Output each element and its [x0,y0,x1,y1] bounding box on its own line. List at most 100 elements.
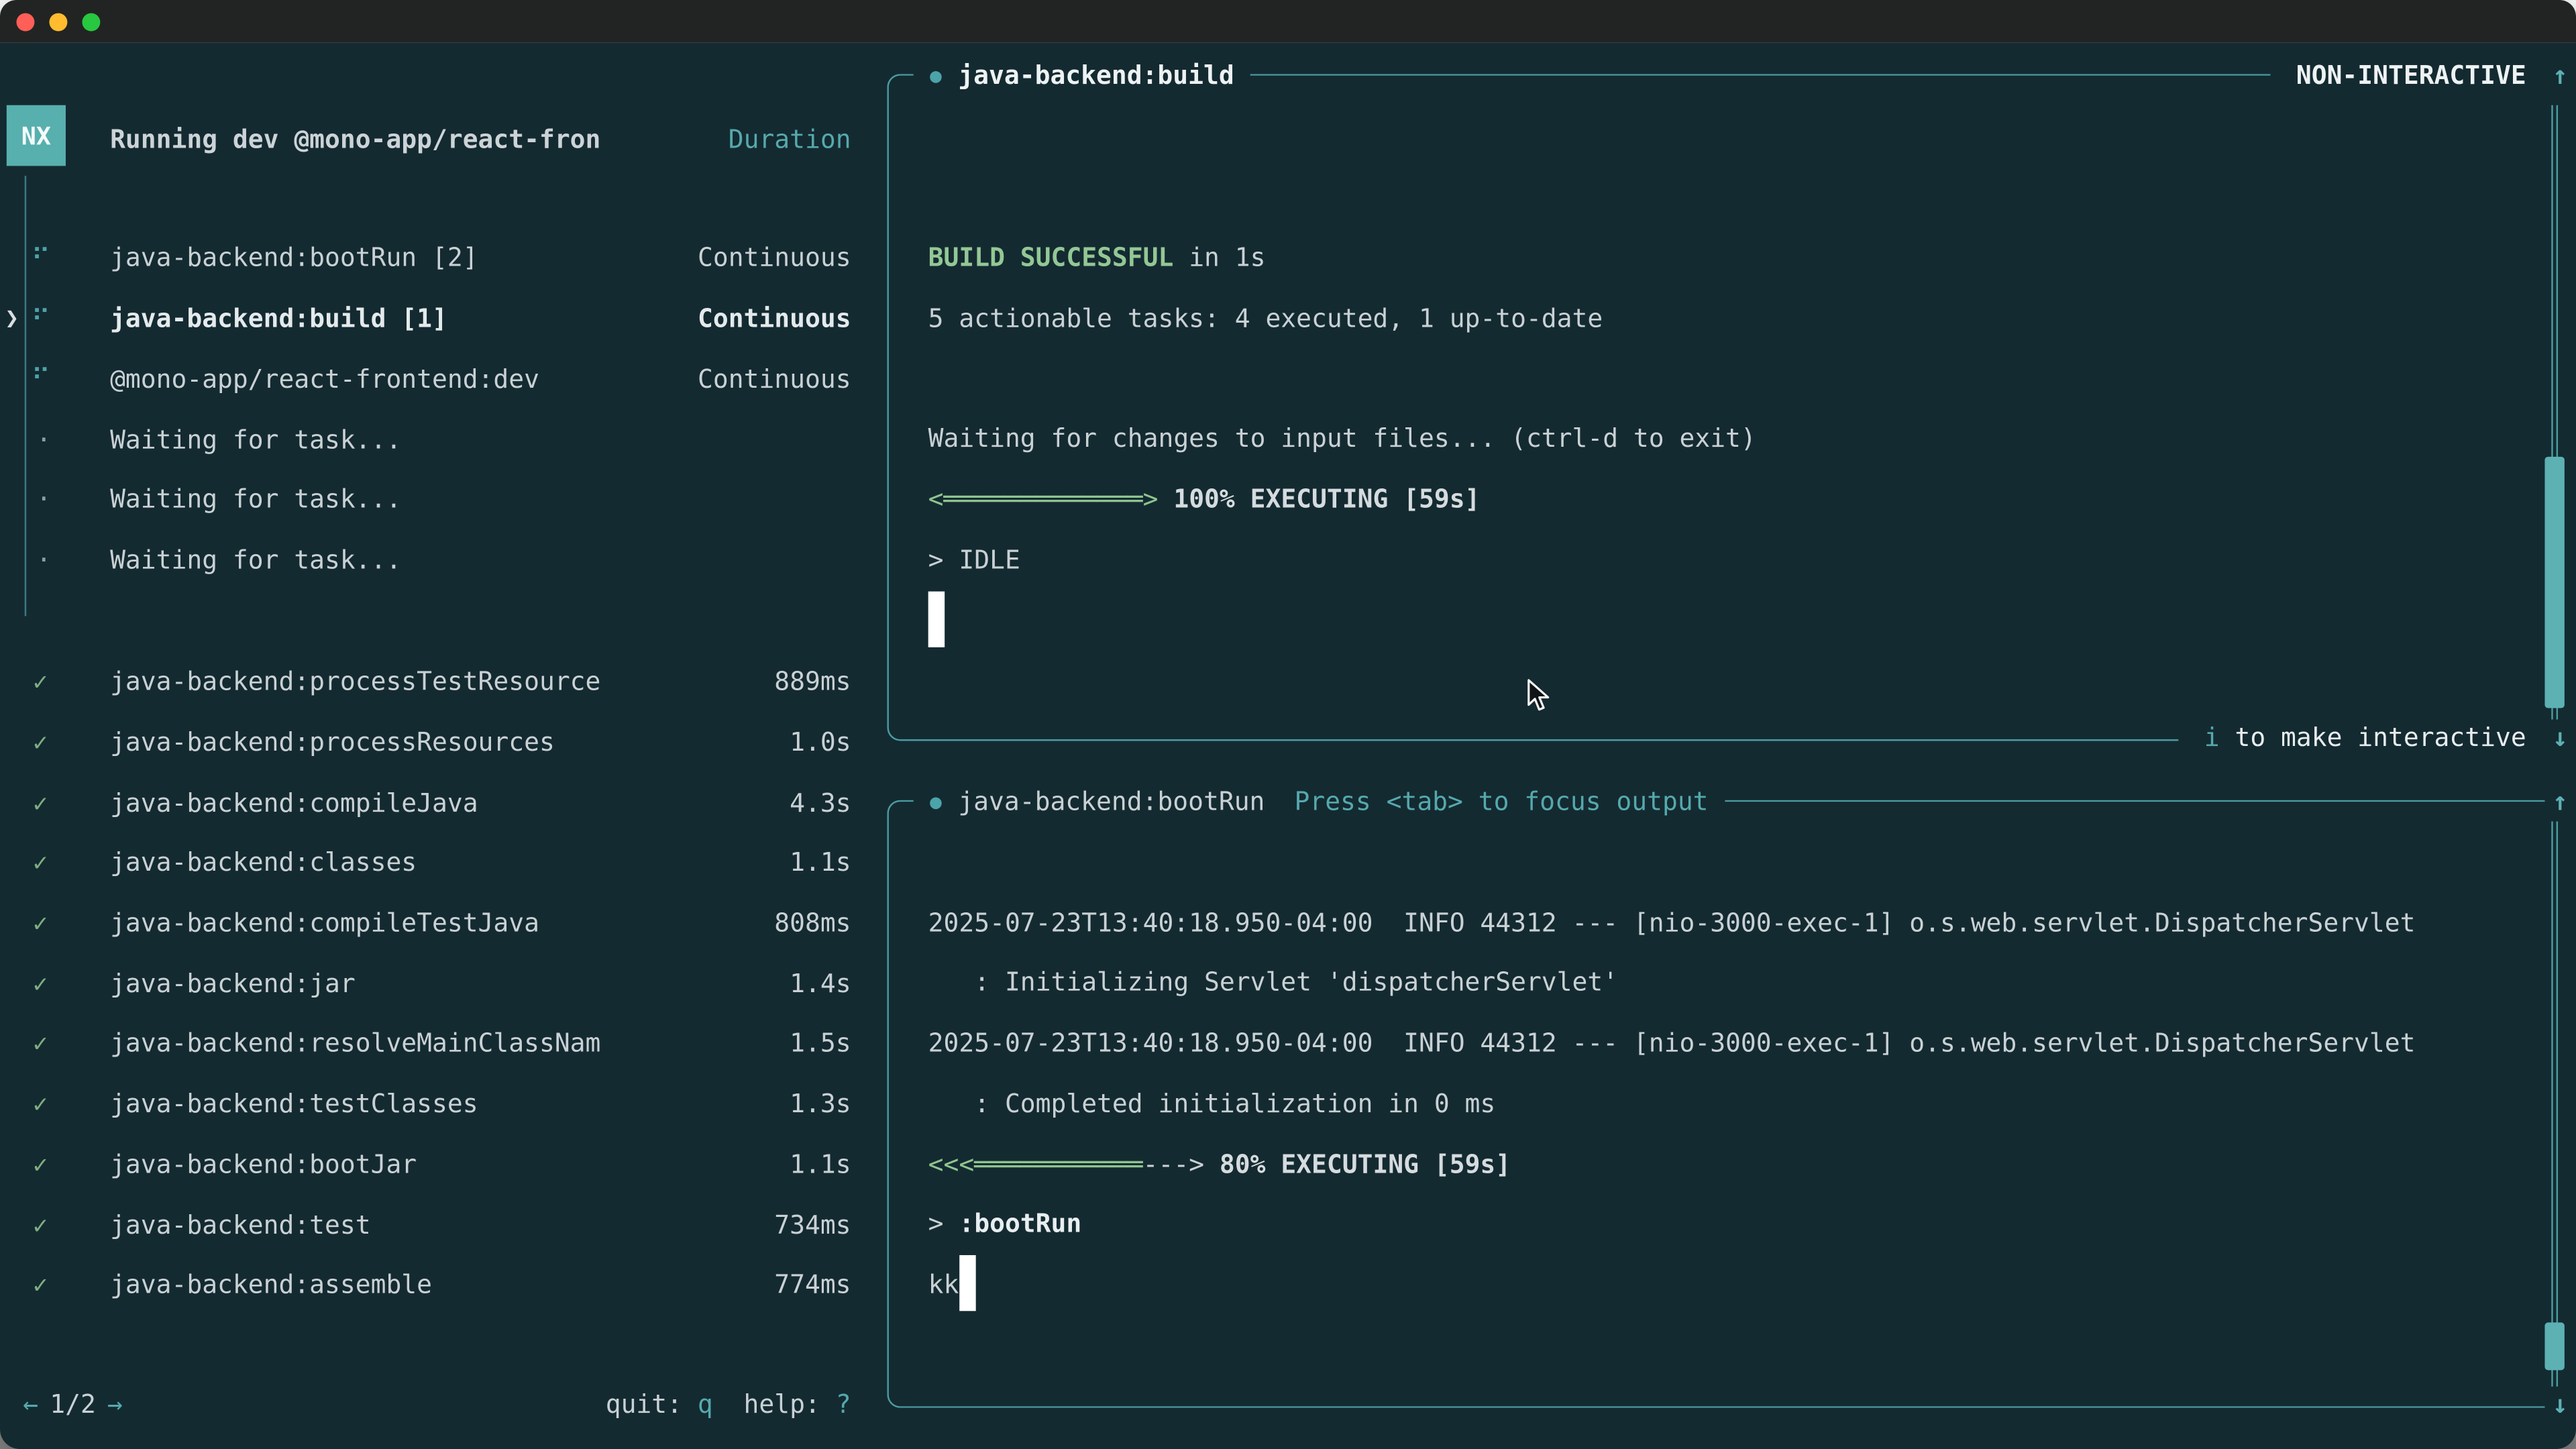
help-label: help: [744,1390,820,1419]
task-row[interactable]: ✓ java-backend:compileJava 4.3s [0,773,887,833]
task-duration: Continuous [698,364,851,394]
task-row[interactable]: ✓ java-backend:processTestResource 889ms [0,652,887,712]
task-row[interactable]: ✓ java-backend:bootJar 1.1s [0,1134,887,1195]
task-label: java-backend:test [110,1210,371,1240]
task-label: java-backend:testClasses [110,1089,478,1119]
close-button[interactable] [15,13,34,32]
sidebar-footer: ← 1/2 → quit: q help: ? [23,1387,851,1423]
task-row[interactable]: ✓ java-backend:resolveMainClassNam 1.5s [0,1014,887,1074]
log-line: 2025-07-23T13:40:18.950-04:00 INFO 44312… [928,893,2416,953]
scroll-down-icon[interactable]: ↓ [2553,723,2568,753]
scroll-down-icon[interactable]: ↓ [2553,1390,2568,1419]
nx-logo: NX [7,105,66,166]
log-line: 2025-07-23T13:40:18.950-04:00 INFO 44312… [928,1014,2416,1074]
progress-bar: <═════════════> [928,485,1159,515]
check-icon: ✓ [33,909,48,938]
task-label: java-backend:jar [110,969,356,998]
task-row[interactable]: ❯ ⠋ · java-backend:bootRun [2] Continuou… [0,228,887,288]
scrollbar-thumb[interactable] [2544,457,2564,708]
task-label: Waiting for task... [110,485,401,515]
build-status-line: BUILD SUCCESSFUL in 1s [928,227,1266,288]
task-duration: Continuous [698,304,851,333]
check-icon: ✓ [33,1089,48,1119]
sidebar-header: Running dev @mono-app/react-fron Duratio… [110,120,851,160]
zoom-button[interactable] [81,13,99,32]
task-label: java-backend:processTestResource [110,667,600,697]
task-row[interactable]: ❯ ⠋ · Waiting for task... [0,409,887,470]
check-icon: ✓ [33,1029,48,1059]
log-line: : Completed initialization in 0 ms [928,1074,1496,1134]
bootrun-input-line[interactable]: kk [928,1255,959,1316]
quit-label: quit: [606,1390,682,1419]
task-row[interactable]: ❯ ⠋ · Waiting for task... [0,470,887,530]
build-idle-line: > IDLE [928,530,1020,590]
task-row[interactable]: ✓ java-backend:test 734ms [0,1195,887,1255]
task-duration: 774ms [774,1271,851,1300]
scrollbar-track[interactable] [2551,821,2553,1386]
check-icon: ✓ [33,849,48,878]
bootrun-scroll-down: ↓ [2544,1387,2576,1423]
terminal-cursor [959,1255,975,1311]
task-sidebar: NX Running dev @mono-app/react-fron Dura… [0,43,887,1449]
waiting-dot-icon: · [36,545,52,575]
bootrun-scroll-up: ↑ [2544,784,2576,820]
log-line: : Initializing Servlet 'dispatcherServle… [928,953,1618,1014]
screenshot: NX Running dev @mono-app/react-fron Dura… [0,0,2576,1449]
task-row[interactable]: ✓ java-backend:jar 1.4s [0,953,887,1014]
noninteractive-label: NON-INTERACTIVE [2296,61,2526,91]
task-duration: 808ms [774,909,851,938]
build-time-text: in 1s [1173,243,1265,272]
progress-bar-remaining: ---> [1143,1150,1204,1179]
page-prev-arrow[interactable]: ← [23,1390,38,1419]
scroll-up-icon[interactable]: ↑ [2553,61,2568,91]
help-key: ? [836,1390,851,1419]
waiting-dot-icon: · [36,425,52,454]
task-duration: 4.3s [790,788,851,818]
build-output-panel[interactable] [887,74,2576,741]
task-row[interactable]: ✓ java-backend:testClasses 1.3s [0,1074,887,1134]
task-row[interactable]: ✓ java-backend:compileTestJava 808ms [0,894,887,954]
task-label: Waiting for task... [110,545,401,575]
scroll-up-icon[interactable]: ↑ [2553,787,2568,816]
interactive-hint-key: i [2204,723,2220,753]
page-indicator: 1/2 [50,1390,96,1419]
task-row[interactable]: ❯ ⠋ · @mono-app/react-frontend:dev Conti… [0,349,887,409]
scrollbar-track[interactable] [2557,821,2559,1386]
task-row[interactable]: ❯ ⠋ · java-backend:build [1] Continuous [0,288,887,349]
prompt-task: :bootRun [944,1210,1082,1240]
build-progress-line: <═════════════> 100% EXECUTING [59s] [928,470,1481,530]
build-successful-text: BUILD SUCCESSFUL [928,243,1174,272]
task-row[interactable]: ✓ java-backend:assemble 774ms [0,1255,887,1316]
interactive-hint: i to make interactive ↓ [2178,720,2576,756]
build-panel-header: ● java-backend:build [914,58,1251,94]
task-status-dot-icon: ● [930,790,942,813]
task-label: @mono-app/react-frontend:dev [110,364,539,394]
check-icon: ✓ [33,1210,48,1240]
check-icon: ✓ [33,1150,48,1179]
progress-bar: <<<═══════════ [928,1150,1143,1179]
spinner-icon: ⠋ [32,364,51,395]
progress-status: 80% EXECUTING [59s] [1204,1150,1511,1179]
page-next-arrow[interactable]: → [107,1390,123,1419]
bootrun-progress-line: <<<═══════════---> 80% EXECUTING [59s] [928,1134,1511,1195]
task-label: Waiting for task... [110,425,401,454]
task-row[interactable]: ✓ java-backend:classes 1.1s [0,833,887,894]
task-label: java-backend:resolveMainClassNam [110,1029,600,1059]
bootrun-panel-header: ● java-backend:bootRun Press <tab> to fo… [914,784,1725,820]
task-duration: 734ms [774,1210,851,1240]
task-row[interactable]: ✓ java-backend:processResources 1.0s [0,712,887,773]
task-row[interactable]: ❯ ⠋ · Waiting for task... [0,530,887,590]
spinner-icon: ⠋ [32,243,51,274]
task-label: java-backend:compileJava [110,788,478,818]
terminal-window: NX Running dev @mono-app/react-fron Dura… [0,0,2576,1449]
build-panel-mode: NON-INTERACTIVE ↑ [2270,58,2576,94]
completed-task-list: ✓ java-backend:processTestResource 889ms… [0,652,887,1315]
task-duration: 1.3s [790,1089,851,1119]
minimize-button[interactable] [48,13,66,32]
scrollbar-thumb[interactable] [2544,1322,2564,1370]
typed-input: kk [928,1271,959,1300]
bootrun-prompt-line: > :bootRun [928,1195,1082,1255]
bootrun-panel-title: java-backend:bootRun [958,787,1265,816]
task-label: java-backend:compileTestJava [110,909,539,938]
check-icon: ✓ [33,969,48,998]
